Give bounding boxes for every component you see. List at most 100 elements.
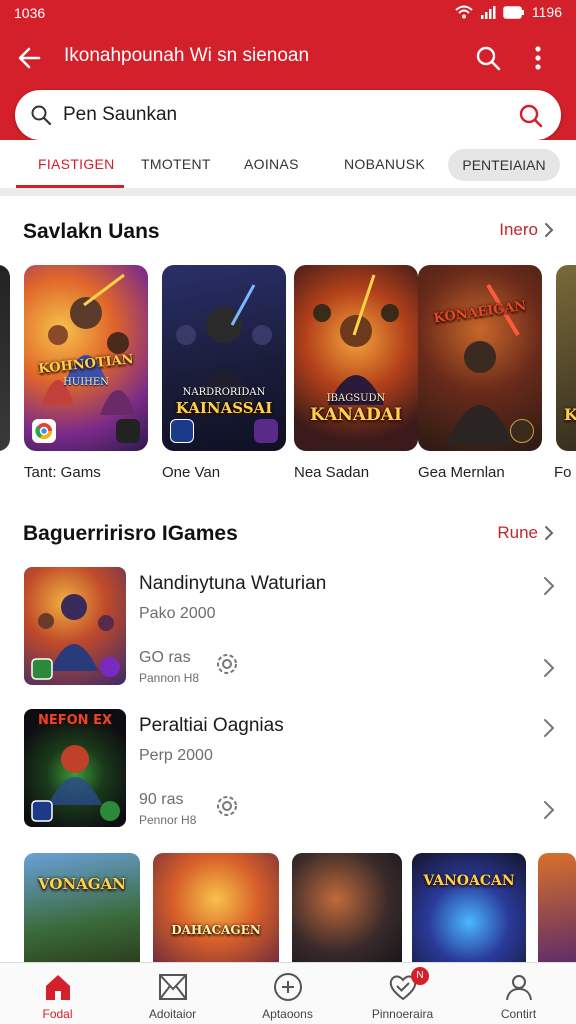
list-item-meta: 90 ras [139,791,184,808]
nav-label: Adoitaior [148,1007,197,1021]
back-button[interactable] [12,40,48,76]
game-thumbnail [24,567,126,685]
more-link-label: Inero [499,220,538,239]
game-card-partial[interactable] [538,853,576,968]
game-card-label[interactable]: Gea Mernlan [418,464,505,481]
gear-icon[interactable] [212,791,242,826]
plus-circle-icon [272,971,304,1008]
list-item-subtitle: Pako 2000 [139,605,216,622]
chevron-right-icon[interactable] [542,799,556,826]
nav-item-mail[interactable]: Adoitaior [115,963,230,1024]
popular-more-link[interactable]: Rune [497,523,554,543]
featured-section-title: Savlakn Uans [23,220,160,243]
game-card-partial[interactable]: K [556,265,576,451]
wifi-icon [455,5,473,19]
more-options-button[interactable] [520,40,556,76]
game-card-label[interactable]: Fo [554,464,572,481]
game-badge-icon [510,419,534,443]
category-tabs: FIASTIGEN TMOTENT AOINAS NOBANUSK PENTEI… [0,140,576,190]
more-link-label: Rune [497,523,538,542]
game-card-art-title: K [564,405,576,424]
chevron-right-icon [545,223,554,237]
search-query[interactable]: Pen Saunkan [63,104,177,126]
game-card[interactable]: VANOACAN [412,853,526,968]
battery-level: 1196 [531,4,562,20]
game-card-art-title: DAHACAGEN [171,923,261,937]
status-bar: 1036 1196 [0,0,576,28]
game-card-art-title: KAINASSAI [175,399,273,417]
game-card[interactable]: KONAEIGAN [418,265,542,451]
arrow-left-icon [18,47,41,69]
bottom-navigation: Fodal Adoitaior Aptaoons N Pinnoeraira C… [0,962,576,1024]
header-search-button[interactable] [470,40,506,76]
tab-nobanusk[interactable]: NOBANUSK [344,156,425,172]
chevron-right-icon [545,526,554,540]
chrome-badge-icon [32,419,56,443]
game-card[interactable]: KOHNOTIAN HUIHEN [24,265,148,451]
list-item-meta-secondary: Pennor H8 [139,813,197,827]
game-card-label[interactable]: Tant: Gams [24,464,101,481]
list-item-meta-secondary: Pannon H8 [139,671,200,685]
more-vertical-icon [535,46,541,70]
game-card-art-subtitle: HUIHEN [63,377,109,388]
notification-badge: N [411,967,429,985]
game-badge-icon [170,419,194,443]
battery-icon [503,5,525,19]
gear-icon[interactable] [212,649,242,684]
tab-content[interactable]: TMOTENT [141,156,211,172]
signal-icon [480,5,496,19]
nav-label: Fodal [42,1007,73,1021]
game-thumbnail-title: NEFON EX [37,713,112,728]
nav-label: Aptaoons [262,1007,313,1021]
app-screen: 1036 1196 Ikonahpounah Wi sn sienoan Pen… [0,0,576,1024]
list-item[interactable]: NEFON EX Peraltiai Oagnias Perp 2000 90 … [0,709,576,839]
search-icon [29,103,53,132]
game-card-art-subtitle: IBAGSUDN [326,393,386,404]
list-item[interactable]: Nandinytuna Waturian Pako 2000 GO ras Pa… [0,567,576,697]
chevron-right-icon[interactable] [542,717,556,744]
game-card-art-title: VANOACAN [423,873,515,889]
search-icon [476,46,501,71]
search-submit-icon[interactable] [517,102,545,135]
app-bar: Ikonahpounah Wi sn sienoan [0,34,576,80]
game-card-label[interactable]: One Van [162,464,220,481]
chevron-right-icon[interactable] [542,657,556,684]
game-card[interactable] [292,853,402,968]
status-time: 1036 [14,5,46,21]
game-card-art-subtitle: NARDRORIDAN [182,387,266,398]
game-badge-icon [254,419,278,443]
game-art [31,594,120,680]
nav-item-add[interactable]: Aptaoons [230,963,345,1024]
list-item-title: Nandinytuna Waturian [139,573,327,594]
tab-featured[interactable]: FIASTIGEN [38,156,115,172]
tab-chip-penteiaian[interactable]: PENTEIAIAN [448,149,560,181]
game-badge-icon [116,419,140,443]
popular-section-title: Baguerririsro IGames [23,522,238,545]
nav-label: Pinnoeraira [371,1007,434,1021]
game-thumbnail: NEFON EX [24,709,126,827]
nav-item-contact[interactable]: Contirt [461,963,576,1024]
list-item-subtitle: Perp 2000 [139,747,213,764]
game-card[interactable]: IBAGSUDN KANADAI [294,265,418,451]
nav-label: Contirt [500,1007,537,1021]
game-card-art-title: VONAGAN [38,875,126,893]
game-card[interactable]: NARDRORIDAN KAINASSAI [162,265,286,451]
person-icon [503,971,535,1008]
game-card-label[interactable]: Nea Sadan [294,464,369,481]
nav-item-favorites[interactable]: N Pinnoeraira [345,963,460,1024]
tab-animes[interactable]: AOINAS [244,156,299,172]
game-card[interactable]: DAHACAGEN [153,853,279,968]
game-card[interactable]: VONAGAN [24,853,140,968]
game-card-partial[interactable] [0,265,10,451]
home-icon [42,971,74,1008]
game-card-art-title: KANADAI [310,405,402,425]
mail-icon [157,971,189,1008]
status-icons: 1196 [455,4,562,20]
chevron-right-icon[interactable] [542,575,556,602]
nav-item-home[interactable]: Fodal [0,963,115,1024]
page-title: Ikonahpounah Wi sn sienoan [64,45,310,66]
section-divider [0,188,576,196]
search-input[interactable]: Pen Saunkan [15,90,561,140]
app-header: 1036 1196 Ikonahpounah Wi sn sienoan Pen… [0,0,576,150]
featured-more-link[interactable]: Inero [499,220,554,240]
